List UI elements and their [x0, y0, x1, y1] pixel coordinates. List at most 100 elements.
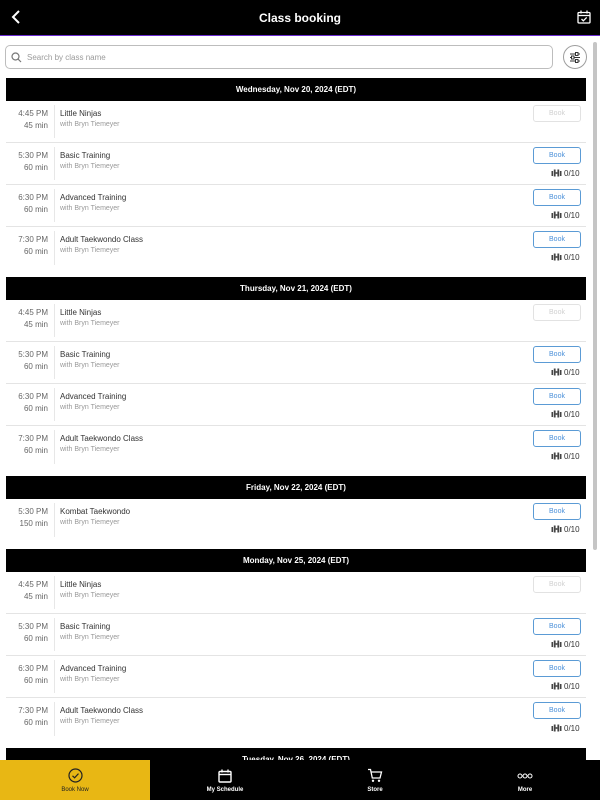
class-row[interactable]: 5:30 PM 60 min Basic Training with Bryn Tie… — [6, 614, 586, 656]
class-row[interactable]: 4:45 PM 45 min Little Ninjas with Bryn Tiem… — [6, 300, 586, 342]
check-circle-icon — [67, 768, 83, 784]
class-duration: 150 min — [19, 519, 48, 528]
class-row[interactable]: 7:30 PM 60 min Adult Taekwondo Class with B… — [6, 698, 586, 740]
class-start-time: 6:30 PM — [18, 193, 48, 202]
class-duration: 60 min — [23, 362, 48, 371]
row-divider — [54, 576, 55, 609]
capacity-icon — [551, 681, 562, 691]
class-list[interactable]: Wednesday, Nov 20, 2024 (EDT) 4:45 PM 45 m… — [0, 78, 590, 760]
nav-my-schedule[interactable]: My Schedule — [150, 760, 300, 800]
book-button[interactable]: Book — [533, 576, 581, 593]
class-instructor: with Bryn Tiemeyer — [60, 519, 120, 526]
scrollbar[interactable] — [592, 40, 598, 755]
class-time: 7:30 PM 60 min — [6, 705, 48, 729]
day-header: Monday, Nov 25, 2024 (EDT) — [6, 549, 586, 572]
class-instructor: with Bryn Tiemeyer — [60, 718, 120, 725]
class-row[interactable]: 6:30 PM 60 min Advanced Training with Bryn … — [6, 384, 586, 426]
class-start-time: 7:30 PM — [18, 706, 48, 715]
class-instructor: with Bryn Tiemeyer — [60, 634, 120, 641]
scrollbar-thumb[interactable] — [593, 42, 597, 550]
capacity-icon — [551, 723, 562, 733]
class-row[interactable]: 6:30 PM 60 min Advanced Training with Bryn … — [6, 656, 586, 698]
class-row[interactable]: 7:30 PM 60 min Adult Taekwondo Class with B… — [6, 426, 586, 468]
nav-label: Store — [367, 786, 383, 793]
capacity-icon — [551, 409, 562, 419]
class-row[interactable]: 5:30 PM 60 min Basic Training with Bryn Tie… — [6, 143, 586, 185]
class-row[interactable]: 4:45 PM 45 min Little Ninjas with Bryn Tiem… — [6, 101, 586, 143]
book-button[interactable]: Book — [533, 346, 581, 363]
capacity: 0/10 — [551, 638, 580, 650]
book-button[interactable]: Book — [533, 231, 581, 248]
more-icon — [517, 768, 533, 784]
filter-button[interactable] — [563, 45, 587, 69]
class-row[interactable]: 4:45 PM 45 min Little Ninjas with Bryn Tiem… — [6, 572, 586, 614]
app: Class booking Wednesday, Nov 20 — [0, 0, 600, 800]
class-duration: 60 min — [23, 634, 48, 643]
row-divider — [54, 388, 55, 421]
class-instructor: with Bryn Tiemeyer — [60, 446, 120, 453]
capacity: 0/10 — [551, 523, 580, 535]
day-gap — [0, 541, 590, 549]
day-group: 5:30 PM 150 min Kombat Taekwondo with Bryn … — [0, 499, 590, 541]
class-start-time: 6:30 PM — [18, 392, 48, 401]
capacity-count: 0/10 — [564, 524, 580, 534]
class-instructor: with Bryn Tiemeyer — [60, 676, 120, 683]
class-time: 5:30 PM 150 min — [6, 506, 48, 530]
capacity-count: 0/10 — [564, 723, 580, 733]
book-button[interactable]: Book — [533, 660, 581, 677]
search-input[interactable] — [27, 46, 547, 68]
class-instructor: with Bryn Tiemeyer — [60, 362, 120, 369]
capacity-icon — [551, 639, 562, 649]
book-button[interactable]: Book — [533, 430, 581, 447]
class-row[interactable]: 5:30 PM 60 min Basic Training with Bryn Tie… — [6, 342, 586, 384]
class-row[interactable]: 6:30 PM 60 min Advanced Training with Bryn … — [6, 185, 586, 227]
capacity: 0/10 — [551, 167, 580, 179]
day-header: Thursday, Nov 21, 2024 (EDT) — [6, 277, 586, 300]
capacity-icon — [551, 210, 562, 220]
class-duration: 60 min — [23, 676, 48, 685]
app-header: Class booking — [0, 0, 600, 36]
day-header-label: Wednesday, Nov 20, 2024 (EDT) — [235, 85, 357, 94]
class-time: 6:30 PM 60 min — [6, 663, 48, 687]
row-divider — [54, 304, 55, 337]
book-button[interactable]: Book — [533, 189, 581, 206]
class-instructor: with Bryn Tiemeyer — [60, 205, 120, 212]
capacity: 0/10 — [551, 251, 580, 263]
search-bar — [5, 45, 553, 69]
day-header: Friday, Nov 22, 2024 (EDT) — [6, 476, 586, 499]
day-gap — [0, 269, 590, 277]
class-instructor: with Bryn Tiemeyer — [60, 320, 120, 327]
class-instructor: with Bryn Tiemeyer — [60, 121, 120, 128]
day-gap — [0, 740, 590, 748]
class-row[interactable]: 7:30 PM 60 min Adult Taekwondo Class with B… — [6, 227, 586, 269]
class-duration: 60 min — [23, 446, 48, 455]
class-time: 7:30 PM 60 min — [6, 433, 48, 457]
day-header-label: Thursday, Nov 21, 2024 (EDT) — [240, 284, 352, 293]
bottom-nav: Book Now My Schedule Store More — [0, 760, 600, 800]
capacity-icon — [551, 524, 562, 534]
book-button[interactable]: Book — [533, 105, 581, 122]
row-divider — [54, 660, 55, 693]
day-group: 4:45 PM 45 min Little Ninjas with Bryn Tiem… — [0, 572, 590, 740]
nav-label: More — [517, 786, 533, 793]
day-group: 4:45 PM 45 min Little Ninjas with Bryn Tiem… — [0, 300, 590, 468]
nav-book-now[interactable]: Book Now — [0, 760, 150, 800]
class-time: 5:30 PM 60 min — [6, 150, 48, 174]
day-header-label: Friday, Nov 22, 2024 (EDT) — [246, 483, 346, 492]
book-button[interactable]: Book — [533, 147, 581, 164]
class-duration: 45 min — [23, 320, 48, 329]
nav-more[interactable]: More — [450, 760, 600, 800]
book-button[interactable]: Book — [533, 618, 581, 635]
nav-store[interactable]: Store — [300, 760, 450, 800]
class-row[interactable]: 5:30 PM 150 min Kombat Taekwondo with Bryn … — [6, 499, 586, 541]
capacity-icon — [551, 252, 562, 262]
calendar-button[interactable] — [574, 7, 594, 27]
book-button[interactable]: Book — [533, 503, 581, 520]
book-button[interactable]: Book — [533, 702, 581, 719]
capacity-count: 0/10 — [564, 168, 580, 178]
back-button[interactable] — [6, 6, 26, 28]
nav-label: My Schedule — [206, 786, 244, 793]
book-button[interactable]: Book — [533, 304, 581, 321]
capacity: 0/10 — [551, 366, 580, 378]
book-button[interactable]: Book — [533, 388, 581, 405]
